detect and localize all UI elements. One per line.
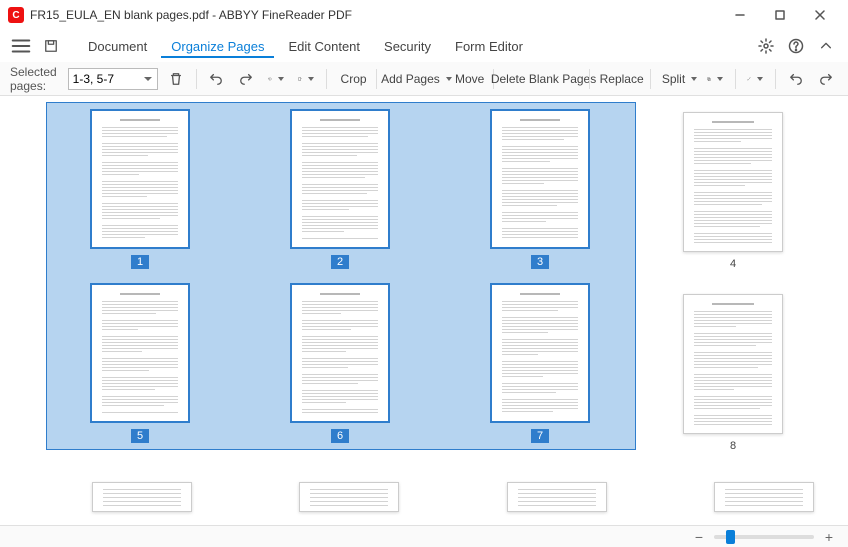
correct-button[interactable] xyxy=(294,67,318,91)
page-thumb-3[interactable]: 3 xyxy=(455,109,625,269)
page-thumb-2[interactable]: 2 xyxy=(255,109,425,269)
statusbar: − + xyxy=(0,525,848,547)
menu-edit-content[interactable]: Edit Content xyxy=(278,35,370,58)
delete-blank-pages-button[interactable]: Delete Blank Pages xyxy=(502,67,581,91)
delete-button[interactable] xyxy=(164,67,188,91)
page-preview xyxy=(490,109,590,249)
minimize-button[interactable] xyxy=(720,0,760,30)
page-preview xyxy=(90,283,190,423)
zoom-slider[interactable] xyxy=(714,535,814,539)
selected-pages-label: Selected pages: xyxy=(10,65,60,93)
page-preview xyxy=(683,112,783,252)
page-preview xyxy=(683,294,783,434)
selected-pages-input-wrap[interactable] xyxy=(68,68,158,90)
undo-button[interactable] xyxy=(204,67,228,91)
close-button[interactable] xyxy=(800,0,840,30)
enhance-button[interactable] xyxy=(743,67,767,91)
page-thumb-4[interactable]: 4 xyxy=(648,112,818,270)
hamburger-menu[interactable] xyxy=(10,35,32,57)
collapse-icon[interactable] xyxy=(814,34,838,58)
page-thumb-8[interactable]: 8 xyxy=(648,294,818,452)
page-number: 6 xyxy=(331,429,349,443)
menu-form-editor[interactable]: Form Editor xyxy=(445,35,533,58)
page-number: 2 xyxy=(331,255,349,269)
menu-document[interactable]: Document xyxy=(78,35,157,58)
workspace: 1 2 3 5 6 7 xyxy=(0,96,848,525)
separator xyxy=(196,69,197,89)
page-thumb-partial[interactable] xyxy=(266,482,434,512)
add-pages-button[interactable]: Add Pages xyxy=(385,67,444,91)
crop-button[interactable]: Crop xyxy=(335,67,368,91)
redo2-button[interactable] xyxy=(814,67,838,91)
page-thumb-partial[interactable] xyxy=(473,482,641,512)
page-number: 5 xyxy=(131,429,149,443)
page-preview xyxy=(90,109,190,249)
separator xyxy=(589,69,590,89)
separator xyxy=(376,69,377,89)
page-number: 8 xyxy=(730,440,736,452)
replace-button[interactable]: Replace xyxy=(598,67,642,91)
page-number: 4 xyxy=(730,258,736,270)
page-number: 7 xyxy=(531,429,549,443)
page-thumb-partial[interactable] xyxy=(681,482,848,512)
menu-security[interactable]: Security xyxy=(374,35,441,58)
pages-area: 1 2 3 5 6 7 xyxy=(0,96,848,474)
page-thumb-7[interactable]: 7 xyxy=(455,283,625,443)
selection-group: 1 2 3 5 6 7 xyxy=(46,102,636,450)
extract-button[interactable] xyxy=(703,67,727,91)
separator xyxy=(650,69,651,89)
menubar: Document Organize Pages Edit Content Sec… xyxy=(0,30,848,62)
pages-row-partial xyxy=(0,474,848,512)
page-preview xyxy=(290,109,390,249)
save-dropdown[interactable] xyxy=(36,35,66,57)
maximize-button[interactable] xyxy=(760,0,800,30)
toolbar: Selected pages: Crop Add Pages Move Dele… xyxy=(0,62,848,96)
zoom-in-button[interactable]: + xyxy=(820,528,838,546)
page-thumb-5[interactable]: 5 xyxy=(55,283,225,443)
menu-organize-pages[interactable]: Organize Pages xyxy=(161,35,274,58)
separator xyxy=(735,69,736,89)
page-thumb-1[interactable]: 1 xyxy=(55,109,225,269)
window-title: FR15_EULA_EN blank pages.pdf - ABBYY Fin… xyxy=(30,8,720,22)
zoom-out-button[interactable]: − xyxy=(690,528,708,546)
page-preview xyxy=(290,283,390,423)
zoom-slider-knob[interactable] xyxy=(726,530,735,544)
page-preview xyxy=(490,283,590,423)
page-number: 3 xyxy=(531,255,549,269)
move-button[interactable]: Move xyxy=(450,67,485,91)
page-thumb-partial[interactable] xyxy=(58,482,226,512)
selected-pages-input[interactable] xyxy=(68,68,158,90)
split-button[interactable]: Split xyxy=(658,67,697,91)
titlebar: C FR15_EULA_EN blank pages.pdf - ABBYY F… xyxy=(0,0,848,30)
redo-button[interactable] xyxy=(234,67,258,91)
rotate-button[interactable] xyxy=(264,67,288,91)
page-number: 1 xyxy=(131,255,149,269)
settings-icon[interactable] xyxy=(754,34,778,58)
separator xyxy=(326,69,327,89)
help-icon[interactable] xyxy=(784,34,808,58)
page-thumb-6[interactable]: 6 xyxy=(255,283,425,443)
separator xyxy=(775,69,776,89)
app-icon: C xyxy=(8,7,24,23)
undo2-button[interactable] xyxy=(784,67,808,91)
